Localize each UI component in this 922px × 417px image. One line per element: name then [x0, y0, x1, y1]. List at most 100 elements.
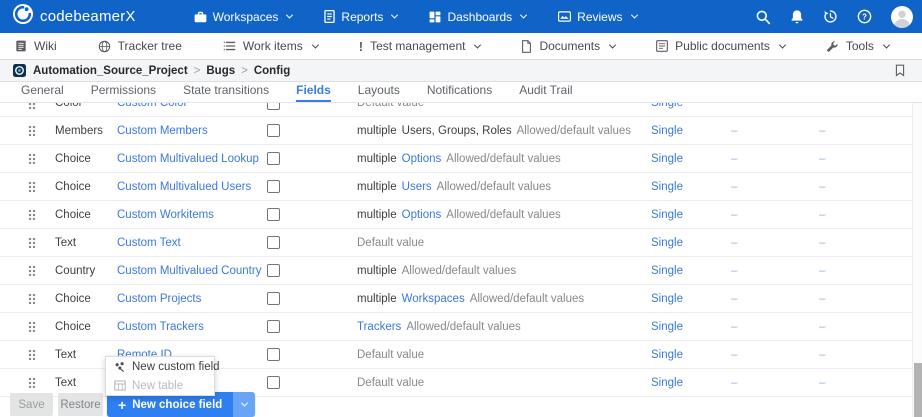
field-type: Color — [55, 103, 117, 109]
value-link[interactable]: Options — [402, 153, 442, 165]
nav-item-workspaces[interactable]: Workspaces — [194, 10, 293, 24]
single-link[interactable]: Single — [651, 125, 731, 137]
tab-state-transitions[interactable]: State transitions — [183, 83, 269, 102]
field-checkbox[interactable] — [267, 292, 280, 305]
toolbar-item-tools[interactable]: Tools — [826, 39, 889, 53]
scrollbar-thumb[interactable] — [914, 363, 922, 417]
toolbar-item-test-management[interactable]: !Test management — [359, 39, 481, 54]
field-name-link[interactable]: Custom Text — [117, 237, 267, 249]
breadcrumb-item[interactable]: Bugs — [206, 65, 235, 77]
value-link[interactable]: Workspaces — [402, 293, 465, 305]
table-row: ChoiceCustom WorkitemsmultipleOptionsAll… — [0, 201, 912, 229]
nav-item-reports[interactable]: Reports — [324, 10, 397, 24]
toolbar-item-wiki[interactable]: Wiki — [15, 39, 57, 53]
user-avatar[interactable] — [891, 6, 913, 28]
save-button[interactable]: Save — [10, 393, 53, 416]
help-button[interactable]: ? — [857, 9, 872, 24]
toolbar-item-work-items[interactable]: Work items — [223, 39, 318, 53]
single-link[interactable]: Single — [651, 237, 731, 249]
bookmark-icon[interactable] — [895, 64, 905, 80]
single-link[interactable]: Single — [651, 265, 731, 277]
drag-handle-icon[interactable] — [28, 181, 36, 192]
drag-handle-icon[interactable] — [28, 293, 36, 304]
dash-value: – — [731, 181, 819, 193]
field-checkbox[interactable] — [267, 320, 280, 333]
field-name-link[interactable]: Custom Multivalued Country — [117, 265, 267, 277]
field-name-link[interactable]: Custom Trackers — [117, 321, 267, 333]
nav-item-dashboards[interactable]: Dashboards — [429, 10, 526, 24]
field-checkbox[interactable] — [267, 376, 280, 389]
drag-handle-icon[interactable] — [28, 153, 36, 164]
checkbox-cell — [267, 180, 357, 193]
drag-handle-icon[interactable] — [28, 209, 36, 220]
table-row: CountryCustom Multivalued Countrymultipl… — [0, 257, 912, 285]
field-checkbox[interactable] — [267, 152, 280, 165]
checkbox-cell — [267, 208, 357, 221]
single-link[interactable]: Single — [651, 181, 731, 193]
field-name-link[interactable]: Custom Workitems — [117, 209, 267, 221]
notifications-icon — [790, 9, 804, 24]
field-checkbox[interactable] — [267, 180, 280, 193]
field-checkbox[interactable] — [267, 236, 280, 249]
nav-item-reviews[interactable]: Reviews — [558, 10, 636, 24]
tab-layouts[interactable]: Layouts — [358, 83, 400, 102]
toolbar-item-tracker-tree[interactable]: Tracker tree — [98, 39, 182, 53]
drag-handle-icon[interactable] — [28, 349, 36, 360]
single-link[interactable]: Single — [651, 103, 731, 109]
search-button[interactable] — [755, 9, 771, 25]
single-link[interactable]: Single — [651, 349, 731, 361]
field-checkbox[interactable] — [267, 103, 280, 110]
restore-button[interactable]: Restore — [58, 393, 103, 416]
toolbar-item-documents[interactable]: Documents — [521, 39, 615, 53]
single-link[interactable]: Single — [651, 209, 731, 221]
field-checkbox[interactable] — [267, 264, 280, 277]
help-icon: ? — [857, 9, 872, 24]
drag-handle-icon[interactable] — [28, 237, 36, 248]
vertical-scrollbar[interactable] — [912, 103, 922, 417]
value-link[interactable]: Trackers — [357, 321, 401, 333]
dash-value: – — [731, 265, 819, 277]
toolbar-item-public-documents[interactable]: Public documents — [656, 39, 785, 53]
tab-permissions[interactable]: Permissions — [91, 83, 156, 102]
field-value: multipleAllowed/default values — [357, 265, 651, 277]
drag-handle-icon[interactable] — [28, 265, 36, 276]
menu-item-new-custom-field[interactable]: New custom field — [106, 357, 214, 376]
tab-general[interactable]: General — [21, 83, 64, 102]
drag-handle-icon[interactable] — [28, 321, 36, 332]
tab-fields[interactable]: Fields — [296, 83, 331, 102]
single-link[interactable]: Single — [651, 293, 731, 305]
field-name-link[interactable]: Custom Members — [117, 125, 267, 137]
single-link[interactable]: Single — [651, 377, 731, 389]
notifications-button[interactable] — [790, 9, 804, 24]
drag-handle-icon[interactable] — [28, 125, 36, 136]
field-name-link[interactable]: Custom Multivalued Users — [117, 181, 267, 193]
field-name-link[interactable]: Custom Color — [117, 103, 267, 109]
single-link[interactable]: Single — [651, 321, 731, 333]
chevron-down-icon — [630, 12, 637, 19]
toolbar-item-label: Test management — [370, 39, 465, 53]
drag-handle-icon[interactable] — [28, 103, 36, 109]
tab-audit-trail[interactable]: Audit Trail — [519, 83, 572, 102]
checkbox-cell — [267, 376, 357, 389]
field-checkbox[interactable] — [267, 124, 280, 137]
dash-value: – — [819, 349, 912, 361]
field-checkbox[interactable] — [267, 348, 280, 361]
field-checkbox[interactable] — [267, 208, 280, 221]
field-name-link[interactable]: Custom Multivalued Lookup — [117, 153, 267, 165]
menu-item-label: New custom field — [132, 361, 220, 373]
history-button[interactable] — [823, 9, 838, 24]
breadcrumb-item[interactable]: Config — [254, 65, 290, 77]
tracker-tree-icon — [98, 40, 111, 53]
value-link[interactable]: Users — [402, 181, 432, 193]
workspaces-icon — [194, 11, 207, 23]
single-link[interactable]: Single — [651, 153, 731, 165]
value-text: multiple — [357, 209, 397, 221]
tab-notifications[interactable]: Notifications — [427, 83, 492, 102]
value-link[interactable]: Options — [402, 209, 442, 221]
new-field-dropdown-toggle[interactable] — [233, 392, 255, 417]
field-name-link[interactable]: Custom Projects — [117, 293, 267, 305]
chevron-down-icon — [312, 41, 319, 48]
breadcrumb-item[interactable]: Automation_Source_Project — [33, 65, 188, 77]
drag-handle-icon[interactable] — [28, 377, 36, 388]
app-logo[interactable]: codebeamerX — [13, 4, 136, 29]
